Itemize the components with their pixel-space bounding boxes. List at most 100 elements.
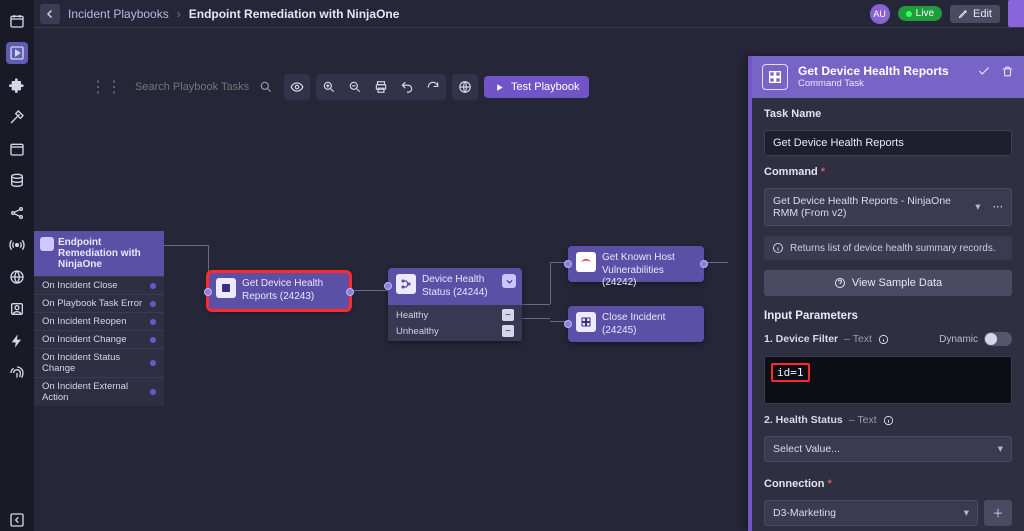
dynamic-toggle[interactable] xyxy=(984,332,1012,346)
node-known-host-vuln[interactable]: Get Known Host Vulnerabilities (24242) xyxy=(568,246,704,282)
back-button[interactable] xyxy=(40,4,60,24)
zoom-in-icon[interactable] xyxy=(316,74,342,100)
trigger-item[interactable]: On Playbook Task Error xyxy=(34,294,164,312)
command-icon xyxy=(216,278,236,298)
search-icon xyxy=(255,80,273,94)
left-nav-rail xyxy=(0,0,34,531)
node-title: Device Health Status (24244) xyxy=(422,274,514,299)
trash-icon[interactable] xyxy=(1001,65,1014,78)
branch-icon xyxy=(396,274,416,294)
calendar2-icon[interactable] xyxy=(6,138,28,160)
chevron-down-icon: ▾ xyxy=(975,201,980,213)
start-node[interactable]: Endpoint Remediation with NinjaOne On In… xyxy=(34,231,164,406)
command-value: Get Device Health Reports - NinjaOne RMM… xyxy=(773,195,969,219)
node-title: Get Known Host Vulnerabilities (24242) xyxy=(602,252,696,290)
edge xyxy=(350,290,388,291)
breadcrumb-current: Endpoint Remediation with NinjaOne xyxy=(189,7,400,21)
puzzle-icon[interactable] xyxy=(6,74,28,96)
command-select[interactable]: Get Device Health Reports - NinjaOne RMM… xyxy=(764,188,1012,226)
share-icon[interactable] xyxy=(6,202,28,224)
top-bar: Incident Playbooks › Endpoint Remediatio… xyxy=(34,0,1024,28)
more-icon[interactable]: ⋯ xyxy=(987,201,1004,213)
panel-handle[interactable] xyxy=(1008,0,1024,27)
task-name-input[interactable]: Get Device Health Reports xyxy=(764,130,1012,156)
node-get-device-health-reports[interactable]: Get Device Health Reports (24243) xyxy=(208,272,350,310)
database-icon[interactable] xyxy=(6,170,28,192)
port-in[interactable] xyxy=(384,282,392,290)
contact-icon[interactable] xyxy=(6,298,28,320)
device-filter-input[interactable]: id=1 xyxy=(764,356,1012,404)
vendor-icon xyxy=(576,252,596,272)
workflow-canvas[interactable]: ⋮⋮ Test Playbook Endpoint Remediation wi… xyxy=(34,28,1024,531)
calendar-icon[interactable] xyxy=(6,10,28,32)
health-status-select[interactable]: Select Value...▾ xyxy=(764,436,1012,462)
port-out[interactable] xyxy=(346,288,354,296)
expand-icon[interactable] xyxy=(502,274,516,288)
search-tasks[interactable] xyxy=(130,79,278,95)
edit-button[interactable]: Edit xyxy=(950,5,1000,23)
trigger-item[interactable]: On Incident Change xyxy=(34,330,164,348)
connection-label: Connection * xyxy=(764,478,1012,490)
port-in[interactable] xyxy=(564,260,572,268)
play-icon xyxy=(494,82,505,93)
port-out[interactable] xyxy=(700,260,708,268)
param-device-filter-header: 1. Device Filter – Text Dynamic xyxy=(764,332,1012,346)
test-playbook-button[interactable]: Test Playbook xyxy=(484,76,589,98)
play-square-icon[interactable] xyxy=(6,42,28,64)
globe2-icon[interactable] xyxy=(452,74,478,100)
panel-header: Get Device Health Reports Command Task xyxy=(752,56,1024,98)
connection-select[interactable]: D3-Marketing▾ xyxy=(764,500,978,526)
port-in[interactable] xyxy=(204,288,212,296)
port-in[interactable] xyxy=(564,320,572,328)
trigger-item[interactable]: On Incident External Action xyxy=(34,377,164,406)
breadcrumb-root[interactable]: Incident Playbooks xyxy=(68,7,169,21)
view-sample-data-button[interactable]: View Sample Data xyxy=(764,270,1012,296)
info-icon xyxy=(772,242,784,254)
node-close-incident[interactable]: Close Incident (24245) xyxy=(568,306,704,342)
drag-handle-icon[interactable]: ⋮⋮ xyxy=(88,77,124,97)
trigger-list: On Incident Close On Playbook Task Error… xyxy=(34,276,164,406)
globe-icon[interactable] xyxy=(6,266,28,288)
edge xyxy=(164,245,208,246)
canvas-toolbar: ⋮⋮ Test Playbook xyxy=(88,72,589,102)
task-name-label: Task Name xyxy=(764,108,1012,120)
undo-icon[interactable] xyxy=(394,74,420,100)
command-task-icon xyxy=(762,64,788,90)
node-title: Close Incident (24245) xyxy=(602,312,696,337)
fingerprint-icon[interactable] xyxy=(6,362,28,384)
back-nav-icon[interactable] xyxy=(6,509,28,531)
command-info: Returns list of device health summary re… xyxy=(764,236,1012,260)
eye-icon[interactable] xyxy=(284,74,310,100)
broadcast-icon[interactable] xyxy=(6,234,28,256)
test-btn-label: Test Playbook xyxy=(511,81,579,93)
add-connection-button[interactable]: ＋ xyxy=(984,500,1012,526)
input-params-heading: Input Parameters xyxy=(764,310,1012,322)
start-node-title: Endpoint Remediation with NinjaOne xyxy=(34,231,164,276)
command-label: Command * xyxy=(764,166,1012,178)
avatar[interactable]: AU xyxy=(870,4,890,24)
branch-unhealthy[interactable]: Unhealthy− xyxy=(388,323,522,339)
live-badge: Live xyxy=(898,6,942,21)
close-incident-icon xyxy=(576,312,596,332)
pencil-icon xyxy=(958,8,969,19)
search-input[interactable] xyxy=(135,81,255,93)
check-icon[interactable] xyxy=(977,64,991,78)
branch-healthy[interactable]: Healthy− xyxy=(388,307,522,323)
refresh-icon[interactable] xyxy=(420,74,446,100)
info-icon[interactable] xyxy=(883,415,894,426)
trigger-item[interactable]: On Incident Status Change xyxy=(34,348,164,377)
properties-panel: Get Device Health Reports Command Task T… xyxy=(748,56,1024,531)
info-icon[interactable] xyxy=(878,334,889,345)
print-icon[interactable] xyxy=(368,74,394,100)
node-device-health-status[interactable]: Device Health Status (24244) Healthy− Un… xyxy=(388,268,522,341)
device-filter-value: id=1 xyxy=(771,363,810,382)
trigger-item[interactable]: On Incident Reopen xyxy=(34,312,164,330)
edge xyxy=(550,262,551,304)
help-icon xyxy=(834,277,846,289)
tools-icon[interactable] xyxy=(6,106,28,128)
bolt-icon[interactable] xyxy=(6,330,28,352)
zoom-out-icon[interactable] xyxy=(342,74,368,100)
node-title: Get Device Health Reports (24243) xyxy=(242,278,342,303)
trigger-item[interactable]: On Incident Close xyxy=(34,276,164,294)
panel-title: Get Device Health Reports xyxy=(798,64,949,78)
